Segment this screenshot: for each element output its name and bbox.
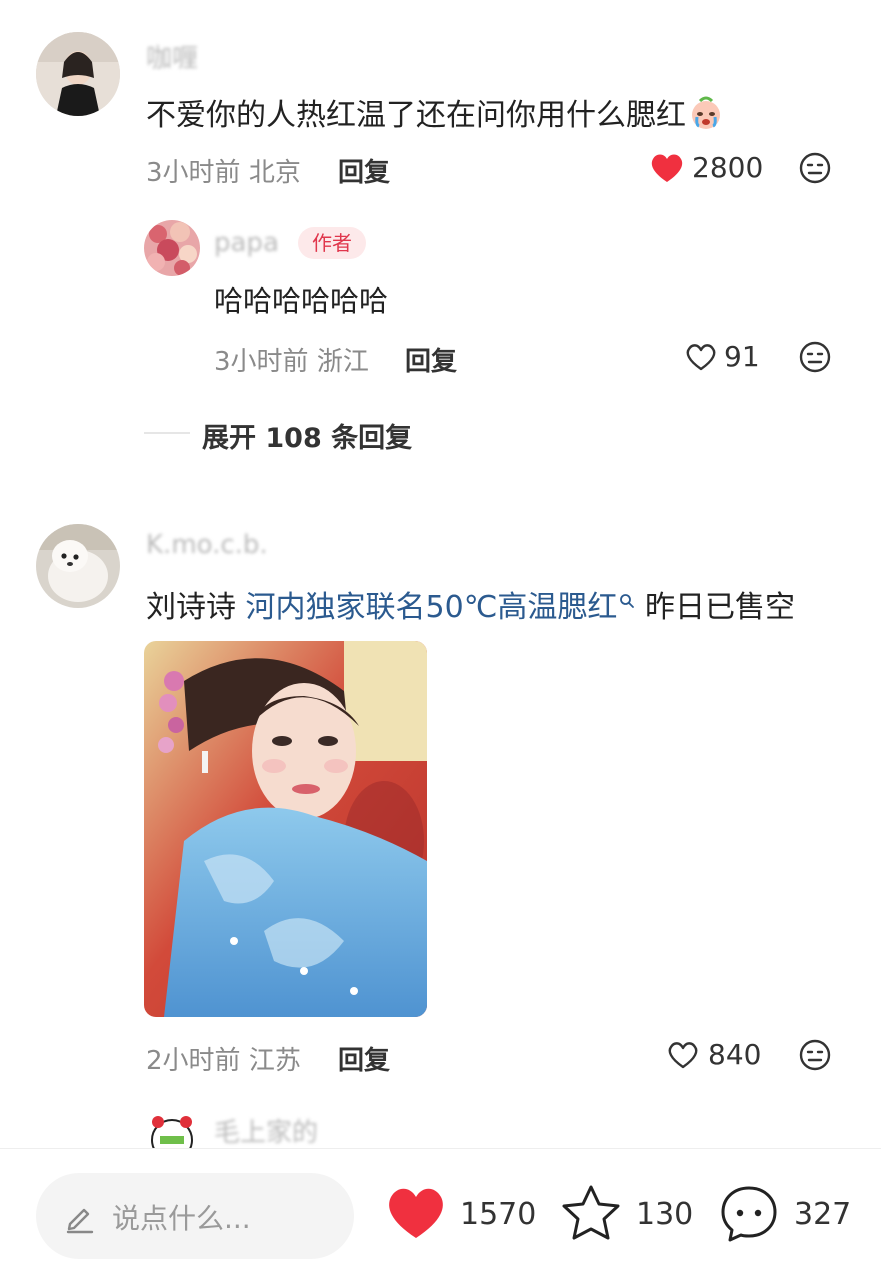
footer-star-count: 130: [636, 1197, 694, 1232]
reply-location: 浙江: [316, 347, 369, 377]
comment-text-suffix: 昨日已售空: [644, 590, 795, 625]
comment-location: 北京: [248, 158, 301, 188]
expand-replies-button[interactable]: 展开 108 条回复: [202, 416, 412, 455]
comment-username[interactable]: K.mo.c.b.: [146, 530, 268, 560]
bottom-bar: 说点什么... 1570 130 327: [0, 1148, 881, 1281]
comment-username[interactable]: 咖喱: [146, 38, 198, 75]
heart-filled-icon[interactable]: [650, 152, 684, 184]
reply-avatar[interactable]: [144, 220, 200, 276]
comment-image[interactable]: [144, 641, 427, 1017]
footer-comment-count: 327: [794, 1197, 852, 1232]
comment-text: 刘诗诗 河内独家联名50℃高温腮红 昨日已售空: [146, 582, 795, 626]
like-count: 2800: [692, 151, 764, 184]
reply-button[interactable]: 回复: [338, 152, 390, 189]
comment-meta: 2小时前 江苏: [146, 1040, 301, 1077]
footer-like-count: 1570: [460, 1197, 537, 1232]
comment-time: 3小时前: [146, 158, 241, 188]
reply-username[interactable]: papa: [214, 228, 279, 258]
reply-meta: 3小时前 浙江: [214, 341, 369, 378]
comment-text: 不爱你的人热红温了还在问你用什么腮红: [146, 90, 724, 134]
heart-outline-icon[interactable]: [684, 341, 718, 373]
pencil-icon: [62, 1200, 96, 1234]
crying-face-emoji-icon: [688, 95, 724, 131]
reply-time: 3小时前: [214, 347, 309, 377]
comment-bubble-icon[interactable]: [718, 1183, 780, 1245]
comment-text-prefix: 刘诗诗: [146, 590, 236, 625]
author-badge: 作者: [298, 227, 366, 259]
product-link[interactable]: 河内独家联名50℃高温腮红: [246, 590, 636, 625]
heart-outline-icon[interactable]: [666, 1039, 700, 1071]
comment-input-placeholder: 说点什么...: [112, 1202, 251, 1235]
like-count: 840: [708, 1038, 762, 1071]
neutral-face-icon[interactable]: [798, 340, 832, 374]
avatar[interactable]: [36, 32, 120, 116]
neutral-face-icon[interactable]: [798, 151, 832, 185]
reply-text: 哈哈哈哈哈哈: [214, 284, 389, 318]
like-count: 91: [724, 340, 760, 373]
comment-time: 2小时前: [146, 1046, 241, 1076]
product-link-text[interactable]: 河内独家联名50℃高温腮红: [246, 590, 618, 625]
search-icon: [619, 593, 635, 609]
avatar[interactable]: [36, 524, 120, 608]
comment-location: 江苏: [248, 1046, 301, 1076]
reply-username[interactable]: 毛上家的: [214, 1112, 318, 1149]
comment-text-content: 不爱你的人热红温了还在问你用什么腮红: [146, 98, 686, 133]
comment-meta: 3小时前 北京: [146, 152, 301, 189]
neutral-face-icon[interactable]: [798, 1038, 832, 1072]
star-icon[interactable]: [560, 1183, 622, 1243]
reply-button[interactable]: 回复: [405, 341, 457, 378]
reply-button[interactable]: 回复: [338, 1040, 390, 1077]
comment-input[interactable]: 说点什么...: [36, 1173, 354, 1259]
like-heart-icon[interactable]: [386, 1185, 446, 1241]
expand-divider: [144, 432, 190, 434]
